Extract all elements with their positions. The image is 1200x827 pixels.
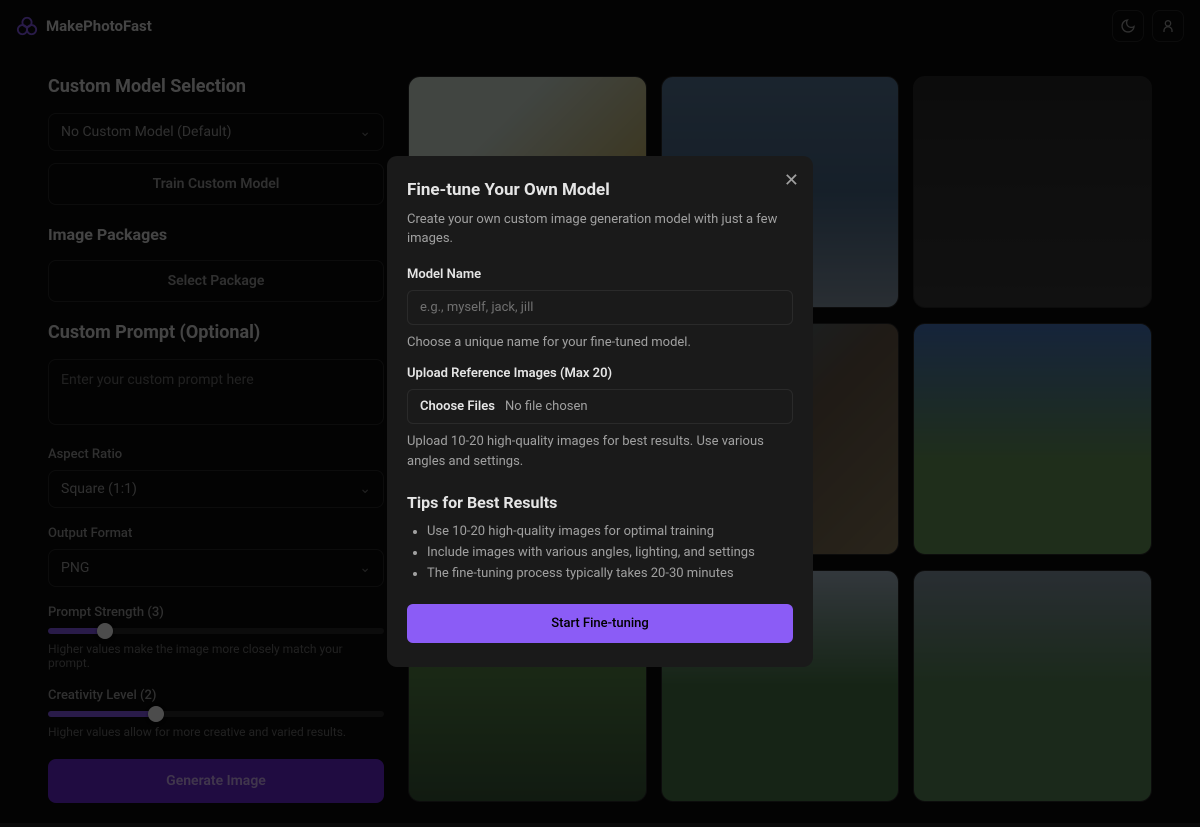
tips-title: Tips for Best Results xyxy=(407,493,793,512)
model-name-label: Model Name xyxy=(407,267,793,282)
start-finetuning-button[interactable]: Start Fine-tuning xyxy=(407,604,793,643)
modal-subtitle: Create your own custom image generation … xyxy=(407,210,793,249)
finetune-modal: ✕ Fine-tune Your Own Model Create your o… xyxy=(387,156,813,668)
modal-overlay[interactable]: ✕ Fine-tune Your Own Model Create your o… xyxy=(0,0,1200,823)
modal-title: Fine-tune Your Own Model xyxy=(407,180,793,200)
upload-help: Upload 10-20 high-quality images for bes… xyxy=(407,432,793,471)
close-button[interactable]: ✕ xyxy=(784,170,799,191)
model-name-input[interactable] xyxy=(407,290,793,325)
list-item: Use 10-20 high-quality images for optima… xyxy=(427,522,793,543)
close-icon: ✕ xyxy=(784,170,799,191)
choose-files-button[interactable]: Choose Files xyxy=(420,399,495,414)
file-status: No file chosen xyxy=(505,399,588,414)
file-input[interactable]: Choose Files No file chosen xyxy=(407,389,793,424)
model-name-help: Choose a unique name for your fine-tuned… xyxy=(407,333,793,353)
upload-label: Upload Reference Images (Max 20) xyxy=(407,366,793,381)
list-item: The fine-tuning process typically takes … xyxy=(427,564,793,585)
tips-list: Use 10-20 high-quality images for optima… xyxy=(407,522,793,584)
list-item: Include images with various angles, ligh… xyxy=(427,543,793,564)
